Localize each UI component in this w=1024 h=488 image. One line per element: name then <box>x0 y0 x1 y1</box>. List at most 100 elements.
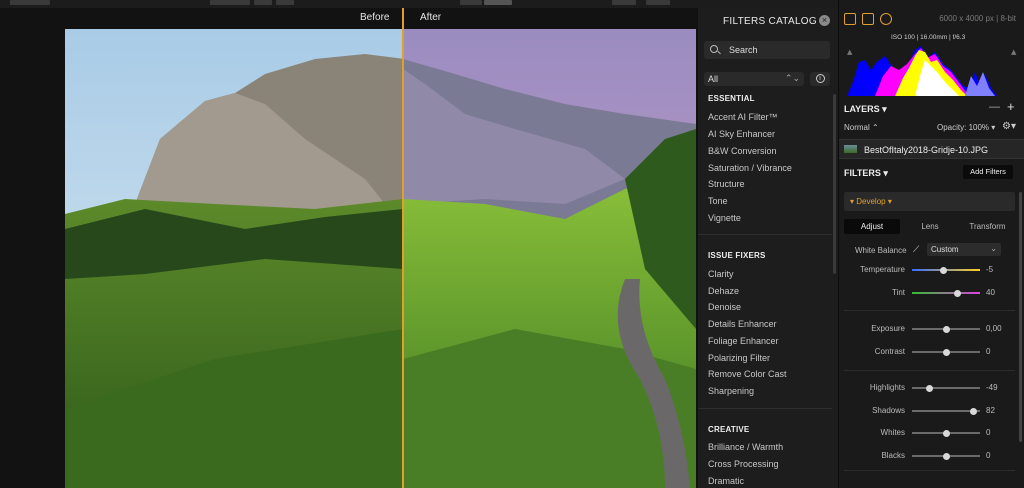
slider-value[interactable]: 0,00 <box>986 324 1002 333</box>
slider-handle-blacks[interactable] <box>942 452 950 460</box>
filter-item[interactable]: Accent AI Filter™ <box>708 112 778 122</box>
slider-handle-whites[interactable] <box>942 429 950 437</box>
filter-item[interactable]: Remove Color Cast <box>708 369 787 379</box>
compare-divider-handle[interactable] <box>402 8 404 488</box>
slider-handle-tint[interactable] <box>954 289 962 297</box>
image-canvas[interactable]: Before After <box>0 8 697 488</box>
eyedropper-icon[interactable]: ⟋ <box>913 244 919 255</box>
divider <box>844 470 1015 471</box>
slider-value[interactable]: 82 <box>986 406 995 415</box>
panel-icons <box>844 13 898 27</box>
section-title: CREATIVE <box>708 425 750 434</box>
svg-text:▲: ▲ <box>1011 48 1017 56</box>
layer-filename: BestOfItaly2018-Gridje-10.JPG <box>864 145 989 155</box>
filter-item[interactable]: Clarity <box>708 269 734 279</box>
blend-mode-select[interactable]: Normal ⌃ <box>844 123 879 132</box>
develop-filter-header[interactable]: ▾ Develop ▾ <box>844 192 1015 211</box>
exif-info: ISO 100 | 16.00mm | f/6.3 <box>891 34 966 41</box>
filter-item[interactable]: Dramatic <box>708 476 744 486</box>
slider-value[interactable]: -49 <box>986 383 998 392</box>
category-dropdown-value: All <box>708 74 719 84</box>
slider-label: Whites <box>880 428 905 437</box>
histogram-icon[interactable] <box>844 13 856 25</box>
layers-header[interactable]: LAYERS ▾ <box>844 104 887 115</box>
top-toolbar <box>0 0 838 8</box>
tab-transform[interactable]: Transform <box>960 219 1015 234</box>
divider <box>698 408 832 409</box>
filter-item[interactable]: Details Enhancer <box>708 319 777 329</box>
slider-label: Blacks <box>881 451 905 460</box>
before-label: Before <box>360 12 390 23</box>
filter-item[interactable]: Structure <box>708 179 745 189</box>
slider-value[interactable]: 0 <box>986 428 990 437</box>
catalog-scrollbar[interactable] <box>833 94 836 274</box>
filter-item[interactable]: Cross Processing <box>708 459 779 469</box>
filter-item[interactable]: Dehaze <box>708 286 739 296</box>
after-label: After <box>420 12 442 23</box>
tab-adjust[interactable]: Adjust <box>844 219 900 234</box>
filters-catalog-panel: FILTERS CATALOG × Search All ⌃⌄ i ESSENT… <box>697 8 838 488</box>
panel-scrollbar[interactable] <box>1019 192 1022 442</box>
filter-item[interactable]: AI Sky Enhancer <box>708 129 775 139</box>
slider-value[interactable]: 0 <box>986 451 990 460</box>
updown-arrow-icon: ⌃⌄ <box>784 73 800 83</box>
toolbar-button[interactable] <box>210 0 250 5</box>
add-filters-button[interactable]: Add Filters <box>963 165 1013 179</box>
search-input[interactable]: Search <box>704 41 830 59</box>
filter-item[interactable]: Foliage Enhancer <box>708 336 779 346</box>
info-circle-icon[interactable] <box>880 13 892 25</box>
slider-label: Highlights <box>869 383 905 392</box>
slider-handle-contrast[interactable] <box>942 348 950 356</box>
toolbar-button[interactable] <box>612 0 636 5</box>
filters-header[interactable]: FILTERS ▾ <box>844 168 888 179</box>
slider-handle-shadows[interactable] <box>970 407 978 415</box>
divider <box>844 310 1015 311</box>
filter-item[interactable]: Tone <box>708 196 728 206</box>
slider-track-highlights[interactable] <box>912 387 980 389</box>
slider-value[interactable]: 40 <box>986 288 995 297</box>
image-dimensions: 6000 x 4000 px | 8-bit <box>939 14 1016 23</box>
histogram: ▲ ▲ <box>847 46 1017 96</box>
white-balance-value: Custom <box>931 245 959 254</box>
remove-layer-button[interactable]: — <box>989 101 1000 113</box>
catalog-title: FILTERS CATALOG <box>723 16 817 27</box>
toolbar-button[interactable] <box>276 0 294 5</box>
close-icon[interactable]: × <box>819 15 830 26</box>
slider-track-tint[interactable] <box>912 292 980 294</box>
slider-handle-highlights[interactable] <box>926 384 934 392</box>
add-layer-button[interactable]: + <box>1007 99 1015 114</box>
layer-row[interactable]: BestOfItaly2018-Gridje-10.JPG <box>839 139 1024 159</box>
gear-icon[interactable]: ⚙▾ <box>1002 121 1016 132</box>
slider-label: Tint <box>891 288 905 297</box>
toolbar-button[interactable] <box>254 0 272 5</box>
layer-thumbnail <box>844 145 857 153</box>
info-button[interactable]: i <box>810 72 830 86</box>
toolbar-button[interactable] <box>646 0 670 5</box>
divider <box>698 234 832 235</box>
slider-value[interactable]: -5 <box>986 265 993 274</box>
slider-label: Temperature <box>860 265 905 274</box>
filter-item[interactable]: Saturation / Vibrance <box>708 163 792 173</box>
section-title: ISSUE FIXERS <box>708 251 766 260</box>
slider-handle-temperature[interactable] <box>939 266 947 274</box>
filter-item[interactable]: Polarizing Filter <box>708 353 770 363</box>
photo-preview <box>65 29 696 488</box>
filter-item[interactable]: B&W Conversion <box>708 146 777 156</box>
slider-value[interactable]: 0 <box>986 347 990 356</box>
toolbar-button[interactable] <box>460 0 482 5</box>
opacity-control[interactable]: Opacity: 100% ▾ <box>937 123 995 132</box>
filter-item[interactable]: Brilliance / Warmth <box>708 442 783 452</box>
filter-item[interactable]: Sharpening <box>708 386 754 396</box>
develop-label: ▾ Develop ▾ <box>850 197 892 206</box>
category-dropdown[interactable]: All ⌃⌄ <box>704 72 804 86</box>
white-balance-select[interactable]: Custom ⌄ <box>927 243 1001 256</box>
layers-stack-icon[interactable] <box>862 13 874 25</box>
white-balance-label: White Balance <box>855 246 907 255</box>
toolbar-button[interactable] <box>484 0 512 5</box>
slider-label: Shadows <box>872 406 905 415</box>
toolbar-button[interactable] <box>10 0 50 5</box>
slider-handle-exposure[interactable] <box>942 325 950 333</box>
filter-item[interactable]: Denoise <box>708 302 741 312</box>
tab-lens[interactable]: Lens <box>902 219 958 234</box>
filter-item[interactable]: Vignette <box>708 213 741 223</box>
